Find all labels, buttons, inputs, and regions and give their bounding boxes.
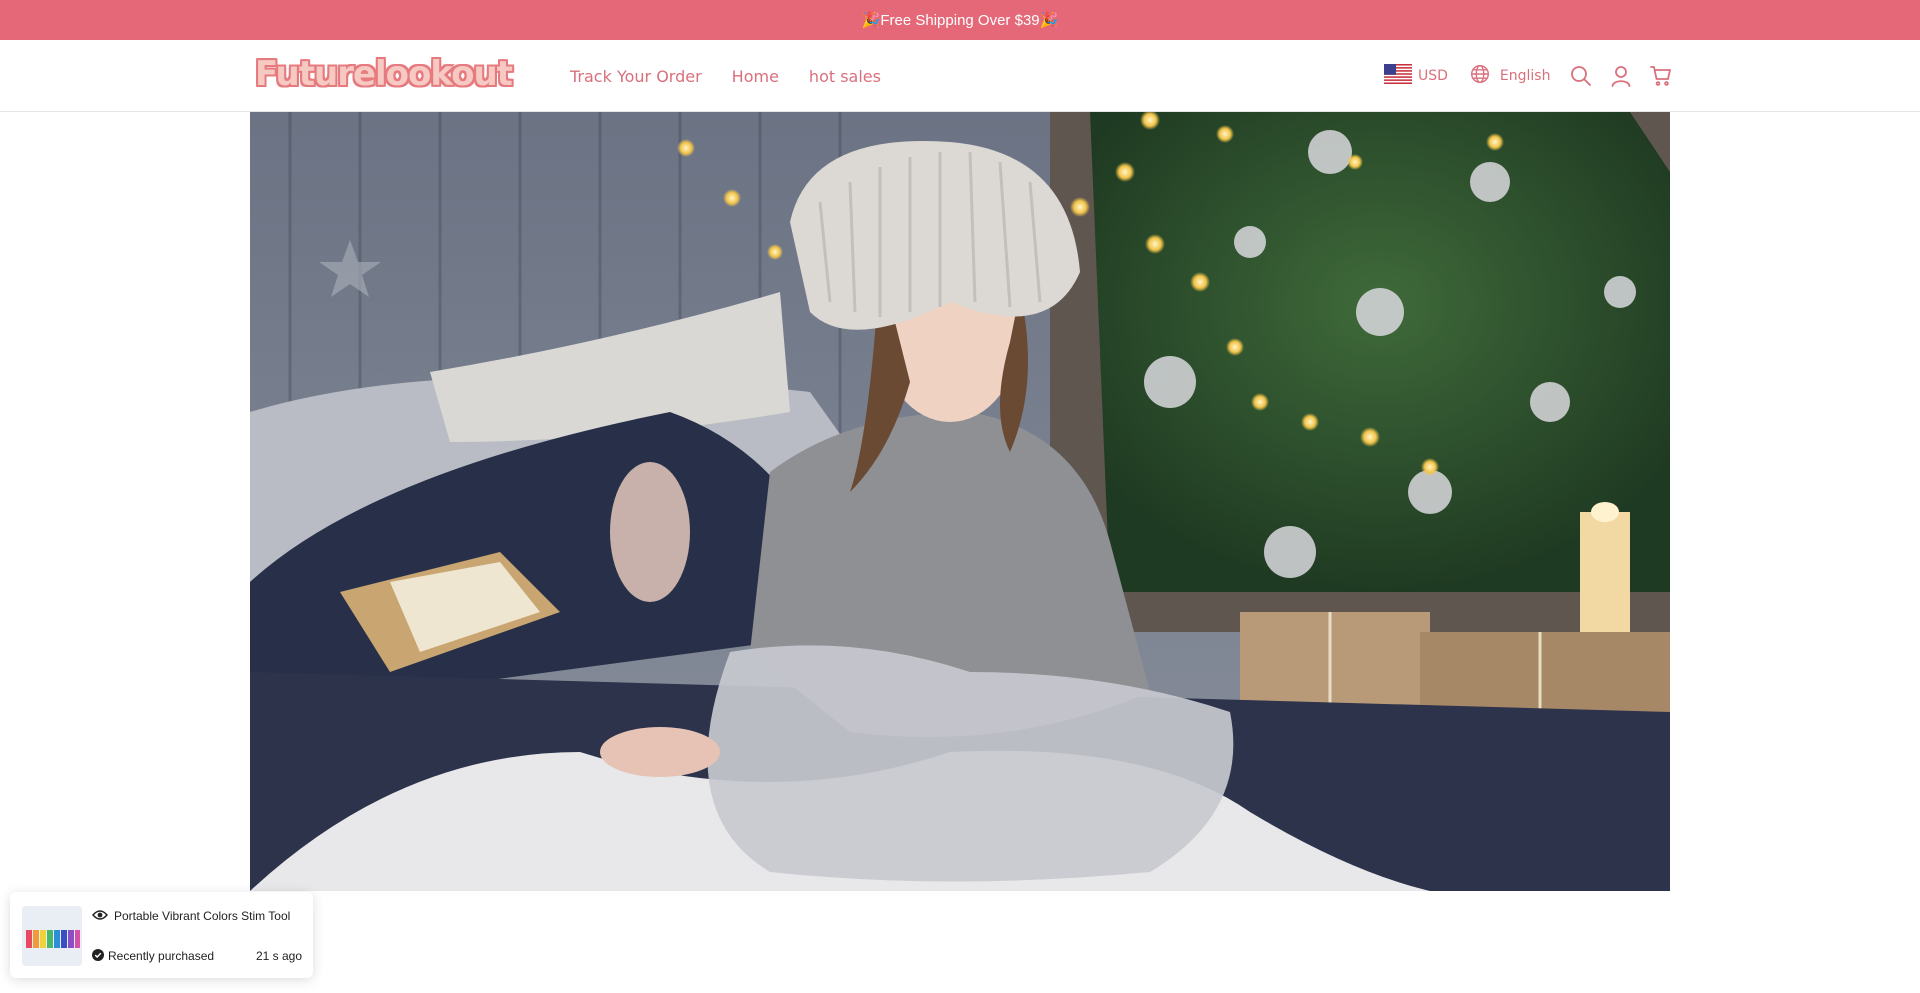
check-circle-icon — [92, 946, 104, 965]
us-flag-icon — [1384, 64, 1412, 88]
nav-item-track-order[interactable]: Track Your Order — [570, 67, 702, 86]
language-label: English — [1499, 68, 1551, 84]
toast-product-name[interactable]: Portable Vibrant Colors Stim Tool — [114, 909, 290, 923]
toast-title-row: Portable Vibrant Colors Stim Tool — [92, 906, 290, 925]
toast-meta-row: Recently purchased 21 s ago — [92, 946, 302, 965]
search-icon[interactable] — [1568, 63, 1594, 89]
hero-image — [250, 112, 1670, 891]
product-thumbnail[interactable] — [22, 906, 82, 966]
globe-icon — [1470, 64, 1490, 88]
language-selector[interactable]: English — [1470, 64, 1551, 88]
main-nav: Track Your Order Home hot sales — [570, 40, 881, 112]
announcement-text: 🎉Free Shipping Over $39🎉 — [861, 12, 1059, 29]
toast-status: Recently purchased — [108, 948, 215, 963]
hero-banner[interactable] — [250, 112, 1670, 891]
eye-icon — [92, 906, 108, 925]
currency-label: USD — [1418, 68, 1448, 84]
nav-item-home[interactable]: Home — [732, 67, 779, 86]
toast-time: 21 s ago — [255, 948, 302, 963]
header-tools: USD English — [1384, 40, 1674, 112]
announcement-bar: 🎉Free Shipping Over $39🎉 — [0, 0, 1920, 40]
currency-selector[interactable]: USD — [1384, 64, 1448, 88]
site-header: Futurelookout Track Your Order Home hot … — [0, 40, 1920, 112]
cart-icon[interactable] — [1648, 63, 1674, 89]
recent-purchase-toast[interactable]: Portable Vibrant Colors Stim Tool Recent… — [10, 892, 313, 978]
brand-logo[interactable]: Futurelookout — [255, 52, 513, 96]
user-icon[interactable] — [1608, 63, 1634, 89]
nav-item-hot-sales[interactable]: hot sales — [809, 67, 881, 86]
